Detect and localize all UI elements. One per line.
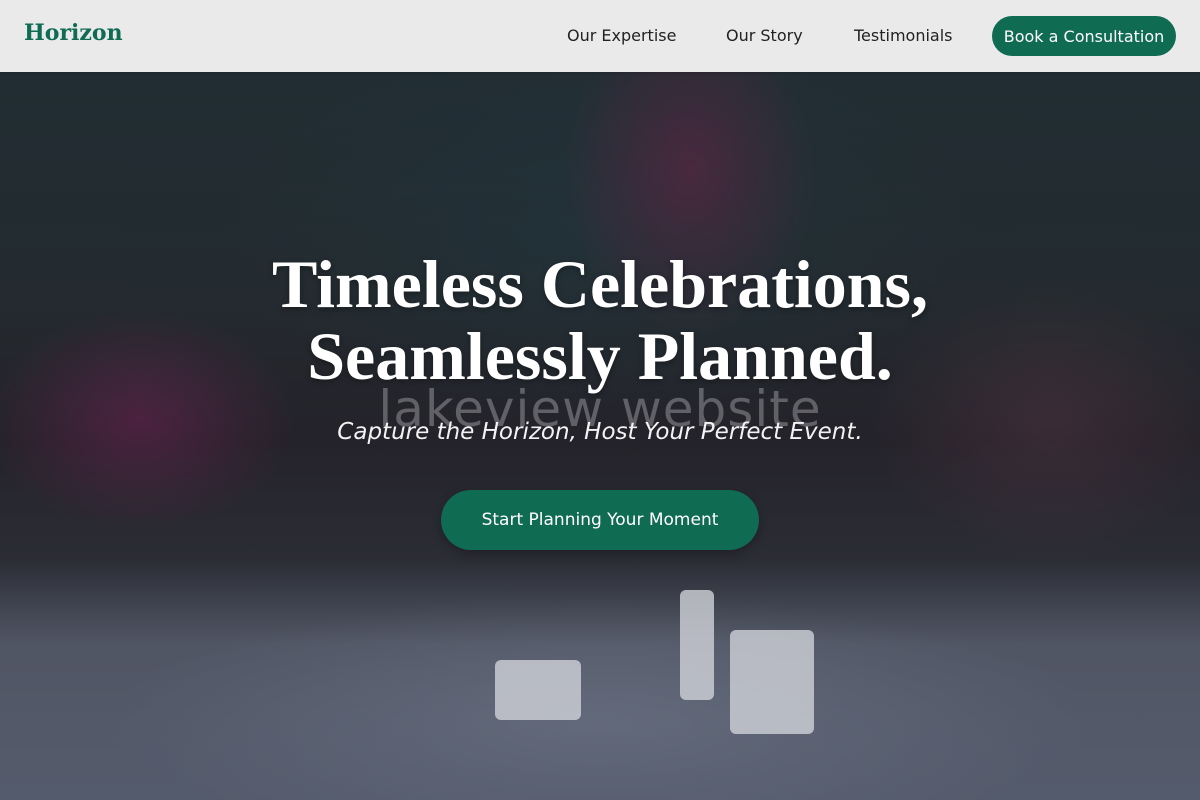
candle-decoration — [495, 660, 581, 720]
candle-decoration — [680, 590, 714, 700]
hero-headline-line1: Timeless Celebrations, — [271, 246, 929, 322]
nav-link-our-expertise[interactable]: Our Expertise — [567, 26, 676, 45]
brand-logo[interactable]: Horizon — [24, 20, 123, 46]
candle-decoration — [730, 630, 814, 734]
book-consultation-button[interactable]: Book a Consultation — [992, 16, 1176, 56]
table-setting-area — [0, 560, 1200, 800]
start-planning-button[interactable]: Start Planning Your Moment — [441, 490, 759, 550]
hero-tagline: Capture the Horizon, Host Your Perfect E… — [337, 419, 863, 445]
nav-link-testimonials[interactable]: Testimonials — [854, 26, 953, 45]
top-navigation-bar: Horizon Our Expertise Our Story Testimon… — [0, 0, 1200, 72]
nav-link-our-story[interactable]: Our Story — [726, 26, 803, 45]
hero-headline: Timeless Celebrations, Seamlessly Planne… — [0, 248, 1200, 392]
